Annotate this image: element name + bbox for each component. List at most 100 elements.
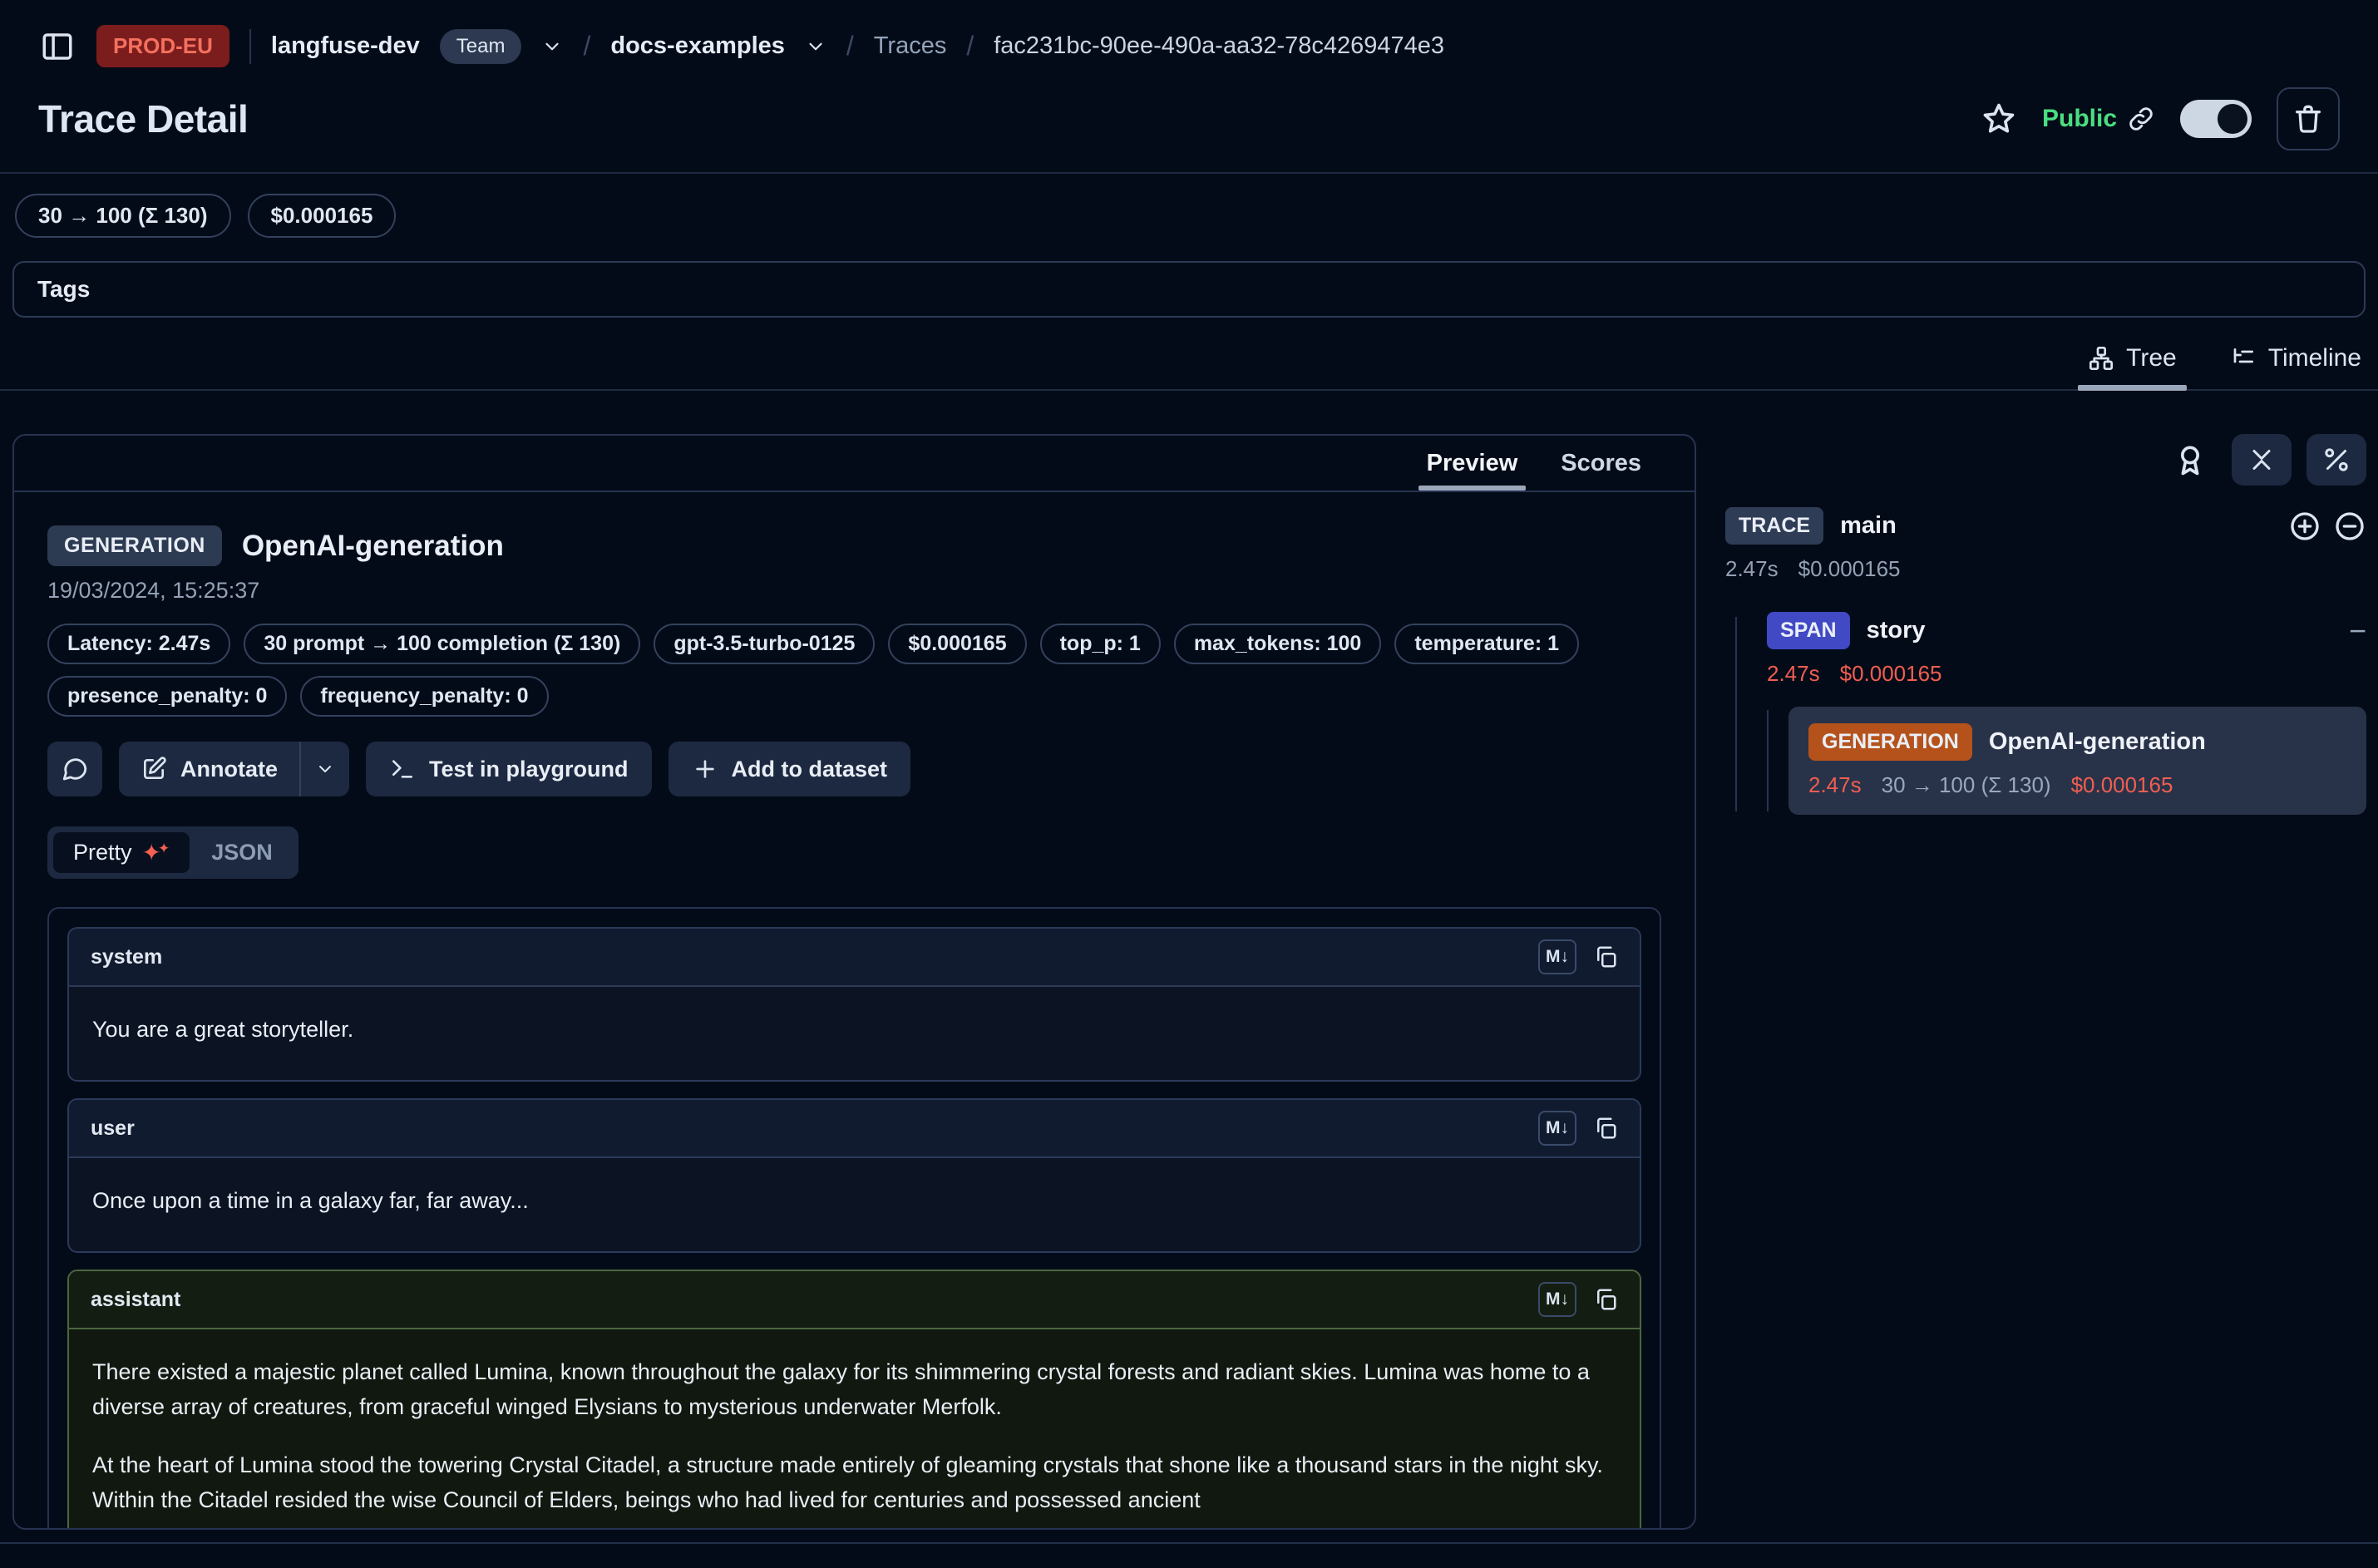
comment-icon	[61, 755, 89, 783]
trash-icon	[2292, 102, 2325, 136]
pretty-label: Pretty	[73, 840, 132, 865]
minus-circle-icon[interactable]	[2333, 510, 2366, 543]
token-usage-badge: 30 → 100 (Σ 130)	[15, 194, 231, 238]
observation-badges-row2: presence_penalty: 0 frequency_penalty: 0	[47, 676, 1661, 717]
public-link[interactable]: Public	[2042, 105, 2155, 133]
breadcrumb-separator: /	[966, 31, 974, 62]
markdown-toggle-icon[interactable]: M↓	[1538, 1282, 1576, 1317]
collapse-all-button[interactable]	[2232, 434, 2292, 486]
latency-badge: Latency: 2.47s	[47, 624, 230, 664]
sparkles-icon: ✦✦	[142, 841, 170, 865]
breadcrumb-separator: /	[583, 31, 590, 62]
message-content: There existed a majestic planet called L…	[69, 1329, 1640, 1530]
collapse-icon	[2247, 445, 2277, 475]
trace-latency: 2.47s	[1725, 556, 1779, 582]
model-badge[interactable]: gpt-3.5-turbo-0125	[654, 624, 875, 664]
tab-preview-label: Preview	[1427, 450, 1518, 477]
observation-title: OpenAI-generation	[242, 530, 504, 563]
tags-box[interactable]: Tags	[12, 261, 2366, 318]
tree-icon	[2088, 345, 2114, 372]
trace-node-metrics: 2.47s $0.000165	[1725, 556, 2366, 582]
tree-toolbar	[1725, 434, 2366, 486]
message-header: user M↓	[69, 1100, 1640, 1158]
message-assistant: assistant M↓ There existed a majestic pl…	[67, 1270, 1641, 1530]
annotate-button[interactable]: Annotate	[119, 742, 299, 796]
top-p-badge: top_p: 1	[1040, 624, 1161, 664]
messages-container: system M↓ You are a great storyteller.	[47, 907, 1661, 1530]
sidebar-toggle-icon[interactable]	[38, 27, 76, 66]
minus-icon[interactable]: −	[2349, 616, 2366, 646]
add-to-dataset-button[interactable]: Add to dataset	[669, 742, 911, 796]
span-node-metrics: 2.47s $0.000165	[1767, 661, 2366, 687]
environment-badge: PROD-EU	[96, 25, 229, 67]
message-header: system M↓	[69, 929, 1640, 987]
breadcrumb-project[interactable]: docs-examples	[610, 32, 785, 60]
annotate-dropdown-button[interactable]	[301, 742, 349, 796]
tab-timeline[interactable]: Timeline	[2227, 334, 2365, 389]
assistant-paragraph: At the heart of Lumina stood the towerin…	[92, 1447, 1616, 1517]
test-in-playground-button[interactable]: Test in playground	[366, 742, 652, 796]
view-tabs: Tree Timeline	[0, 334, 2378, 391]
org-plan-badge: Team	[440, 29, 522, 64]
markdown-toggle-icon[interactable]: M↓	[1538, 939, 1576, 974]
message-system: system M↓ You are a great storyteller.	[67, 927, 1641, 1082]
plus-icon	[692, 756, 718, 782]
message-header-icons: M↓	[1538, 1111, 1618, 1146]
cost-badge: $0.000165	[888, 624, 1026, 664]
chevron-down-icon[interactable]	[541, 36, 563, 57]
panel-tabs: Preview Scores	[14, 436, 1695, 492]
show-metrics-button[interactable]	[2306, 434, 2366, 486]
generation-latency: 2.47s	[1808, 772, 1862, 798]
max-tokens-badge: max_tokens: 100	[1174, 624, 1382, 664]
pretty-toggle[interactable]: Pretty ✦✦	[53, 832, 190, 873]
chevron-down-icon[interactable]	[805, 36, 826, 57]
copy-icon[interactable]	[1593, 1116, 1618, 1141]
tab-scores[interactable]: Scores	[1561, 436, 1641, 491]
tab-preview[interactable]: Preview	[1427, 436, 1518, 491]
observation-type-badge: GENERATION	[47, 525, 222, 566]
breadcrumb-org[interactable]: langfuse-dev	[271, 32, 420, 60]
timeline-icon	[2230, 345, 2257, 372]
trace-tree-panel: TRACE main 2.47s $0.000165 SPAN	[1725, 434, 2366, 815]
panel-body: GENERATION OpenAI-generation 19/03/2024,…	[14, 492, 1695, 1530]
comment-button[interactable]	[47, 742, 102, 796]
json-toggle[interactable]: JSON	[191, 832, 293, 873]
annotate-label: Annotate	[180, 757, 278, 782]
chevron-down-icon	[315, 759, 335, 779]
message-role: user	[91, 1117, 135, 1141]
assistant-paragraph: There existed a majestic planet called L…	[92, 1354, 1616, 1424]
annotate-icon	[141, 756, 167, 782]
span-node-name: story	[1867, 617, 1926, 644]
tab-tree[interactable]: Tree	[2084, 334, 2180, 389]
breadcrumb-traces[interactable]: Traces	[874, 32, 947, 60]
breadcrumb-trace-id: fac231bc-90ee-490a-aa32-78c4269474e3	[994, 32, 1444, 60]
tab-scores-label: Scores	[1561, 450, 1641, 477]
plus-circle-icon[interactable]	[2288, 510, 2321, 543]
generation-node-selected[interactable]: GENERATION OpenAI-generation 2.47s 30 → …	[1788, 707, 2366, 815]
token-badge: 30 prompt → 100 completion (Σ 130)	[244, 624, 640, 664]
breadcrumb-separator: /	[846, 31, 854, 62]
trace-subtree: SPAN story − 2.47s $0.000165 GENERATION …	[1735, 612, 2366, 815]
span-cost: $0.000165	[1840, 661, 1942, 687]
terminal-icon	[389, 756, 416, 782]
observation-badges-row1: Latency: 2.47s 30 prompt → 100 completio…	[47, 624, 1661, 664]
generation-node-metrics: 2.47s 30 → 100 (Σ 130) $0.000165	[1808, 772, 2346, 798]
bottom-divider	[0, 1542, 2378, 1544]
public-toggle[interactable]	[2180, 100, 2252, 138]
delete-trace-button[interactable]	[2277, 87, 2340, 150]
actions-row: Annotate Test in playground	[47, 742, 1661, 796]
span-node[interactable]: SPAN story −	[1767, 612, 2366, 649]
star-icon[interactable]	[1981, 101, 2017, 137]
title-actions: Public	[1981, 87, 2340, 150]
award-icon[interactable]	[2172, 441, 2208, 478]
copy-icon[interactable]	[1593, 1287, 1618, 1312]
markdown-toggle-icon[interactable]: M↓	[1538, 1111, 1576, 1146]
trace-node[interactable]: TRACE main	[1725, 507, 2366, 545]
tab-tree-label: Tree	[2126, 344, 2177, 372]
test-in-playground-label: Test in playground	[429, 757, 629, 782]
message-header: assistant M↓	[69, 1271, 1640, 1329]
copy-icon[interactable]	[1593, 944, 1618, 969]
cost-badge: $0.000165	[248, 194, 397, 238]
span-latency: 2.47s	[1767, 661, 1820, 687]
json-label: JSON	[211, 840, 273, 865]
